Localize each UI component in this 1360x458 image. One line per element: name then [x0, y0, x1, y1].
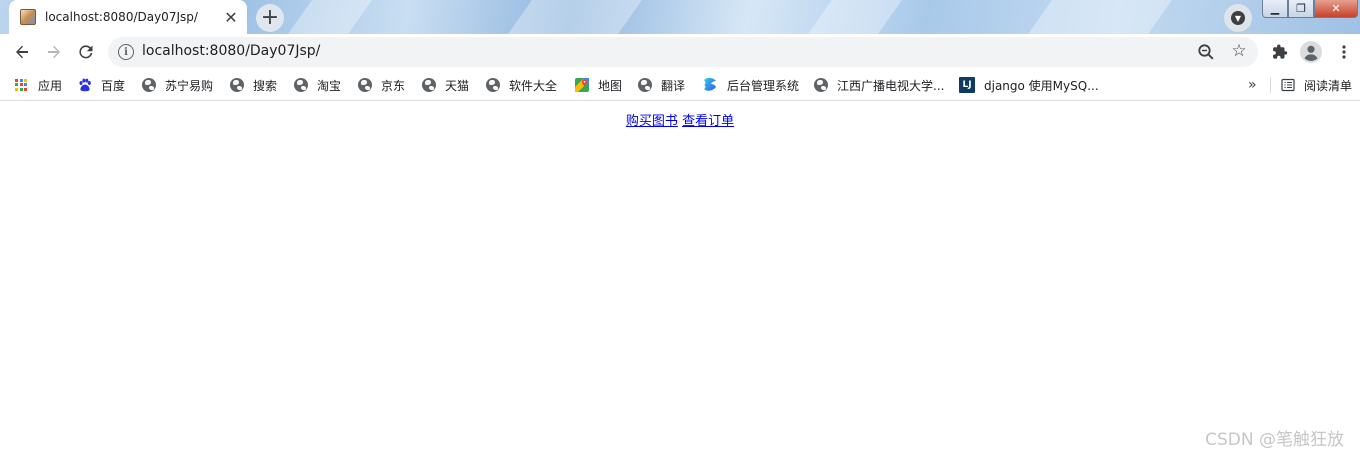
bookmark-label: django 使用MySQ...	[984, 78, 1099, 93]
globe-icon	[486, 78, 500, 92]
bookmark-label: 天猫	[445, 78, 470, 93]
window-close-button[interactable]: ✕	[1314, 0, 1358, 18]
bookmark-label: 软件大全	[509, 78, 558, 93]
bookmarks-divider	[1270, 77, 1271, 93]
window-background-streak	[1028, 0, 1172, 34]
extensions-button[interactable]	[1266, 38, 1294, 66]
bookmark-star-icon[interactable]: ☆	[1228, 40, 1250, 62]
tab-search-button[interactable]: ▼	[1224, 4, 1252, 32]
back-button[interactable]	[8, 38, 36, 66]
url-text[interactable]: localhost:8080/Day07Jsp/	[142, 43, 320, 59]
menu-button[interactable]	[1330, 38, 1358, 66]
globe-icon	[638, 78, 652, 92]
puzzle-icon	[1273, 44, 1288, 59]
maps-icon	[575, 78, 589, 92]
bookmark-label: 江西广播电视大学...	[837, 78, 945, 93]
active-tab[interactable]: localhost:8080/Day07Jsp/ ✕	[9, 0, 247, 34]
admin-app-icon	[704, 77, 716, 91]
bookmark-apps[interactable]: 应用	[15, 75, 62, 95]
arrow-left-icon	[16, 45, 28, 59]
globe-icon	[814, 78, 828, 92]
tab-strip: localhost:8080/Day07Jsp/ ✕ + ▼ ▁ ❐ ✕	[0, 0, 1360, 34]
view-orders-link[interactable]: 查看订单	[682, 114, 734, 129]
zoom-icon[interactable]	[1196, 42, 1216, 62]
apps-grid-icon	[15, 78, 28, 92]
chevron-down-icon: ▼	[1231, 11, 1245, 25]
bookmark-label: 淘宝	[317, 78, 342, 93]
bookmarks-bar: 应用 百度 苏宁易购 搜索 淘宝 京东 天猫 软件大全 地图 翻译 后台管理系统…	[0, 70, 1360, 101]
window-maximize-button[interactable]: ❐	[1288, 0, 1314, 18]
bookmarks-overflow-chevron-icon[interactable]: »	[1248, 75, 1257, 95]
bookmark-label: 百度	[101, 78, 126, 93]
kebab-menu-icon	[1342, 45, 1346, 59]
globe-icon	[142, 78, 156, 92]
window-background-streak	[508, 0, 642, 34]
bookmark-label: 苏宁易购	[165, 78, 214, 93]
bookmark-admin[interactable]: 后台管理系统	[702, 75, 799, 95]
bookmark-jd[interactable]: 京东	[358, 75, 405, 95]
tab-title: localhost:8080/Day07Jsp/	[45, 10, 198, 24]
globe-icon	[294, 78, 308, 92]
bookmark-software[interactable]: 软件大全	[486, 75, 557, 95]
bookmark-django[interactable]: LJ django 使用MySQ...	[959, 75, 1099, 95]
bookmark-translate[interactable]: 翻译	[638, 75, 685, 95]
address-bar[interactable]: i localhost:8080/Day07Jsp/ ☆	[108, 37, 1258, 67]
globe-icon	[422, 78, 436, 92]
tab-close-icon[interactable]: ✕	[221, 7, 241, 27]
page-content: 购买图书 查看订单 CSDN @笔触狂放	[0, 102, 1360, 458]
window-background-streak	[288, 0, 372, 34]
csdn-watermark: CSDN @笔触狂放	[1205, 430, 1344, 450]
bookmark-label: 应用	[38, 78, 63, 93]
buy-books-link[interactable]: 购买图书	[626, 114, 678, 129]
reading-list-button[interactable]: 阅读清单	[1281, 75, 1352, 95]
arrow-right-icon	[48, 45, 60, 59]
nav-links: 购买图书 查看订单	[0, 110, 1360, 129]
reload-button[interactable]	[72, 38, 100, 66]
lj-icon: LJ	[959, 77, 975, 93]
bookmark-maps[interactable]: 地图	[575, 75, 622, 95]
globe-icon	[230, 78, 244, 92]
bookmark-label: 京东	[381, 78, 406, 93]
bookmark-jxtvu[interactable]: 江西广播电视大学...	[814, 75, 944, 95]
window-minimize-button[interactable]: ▁	[1262, 0, 1288, 18]
reload-icon	[79, 45, 93, 59]
bookmark-label: 搜索	[253, 78, 278, 93]
bookmark-label: 后台管理系统	[727, 78, 800, 93]
window-background-streak	[808, 0, 902, 34]
bookmark-taobao[interactable]: 淘宝	[294, 75, 341, 95]
bookmark-tmall[interactable]: 天猫	[422, 75, 469, 95]
baidu-paw-icon	[79, 78, 91, 92]
reading-list-icon	[1281, 78, 1295, 92]
bookmark-label: 阅读清单	[1304, 78, 1353, 93]
site-info-icon[interactable]: i	[118, 44, 134, 60]
bookmark-baidu[interactable]: 百度	[78, 75, 125, 95]
bookmark-label: 翻译	[661, 78, 686, 93]
page-favicon-icon	[20, 9, 36, 25]
bookmark-label: 地图	[598, 78, 623, 93]
bookmark-search[interactable]: 搜索	[230, 75, 277, 95]
new-tab-button[interactable]: +	[256, 4, 284, 32]
profile-button[interactable]	[1297, 38, 1325, 66]
forward-button[interactable]	[40, 38, 68, 66]
bookmark-suning[interactable]: 苏宁易购	[142, 75, 213, 95]
globe-icon	[358, 78, 372, 92]
avatar-icon	[1300, 41, 1322, 63]
